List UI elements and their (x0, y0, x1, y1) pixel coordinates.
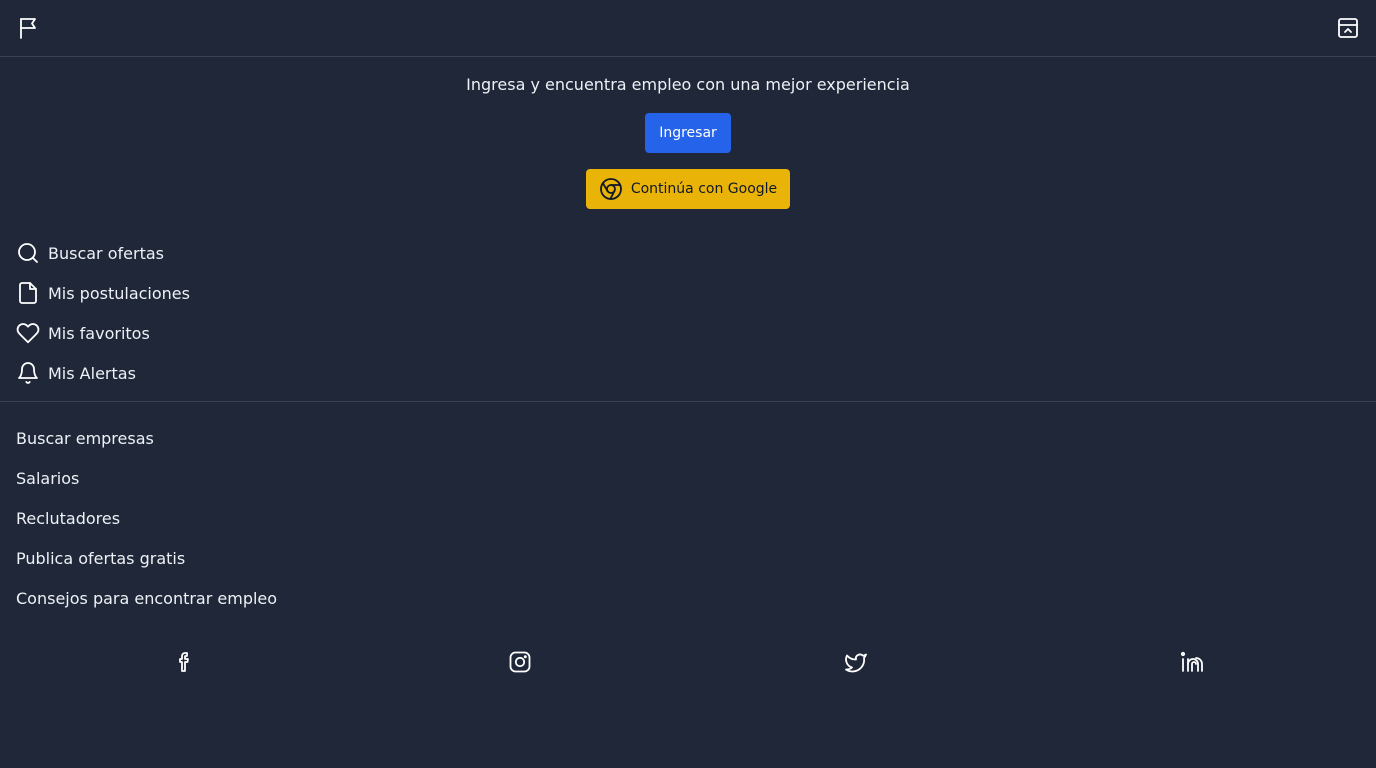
flag-icon[interactable] (16, 16, 40, 40)
divider (0, 401, 1376, 402)
facebook-icon[interactable] (172, 650, 196, 674)
link-reclutadores[interactable]: Reclutadores (0, 498, 1376, 538)
menu-item-label: Mis Alertas (48, 363, 136, 383)
menu-item-label: Mis postulaciones (48, 283, 190, 303)
search-icon (16, 241, 40, 265)
menu-item-mis-postulaciones[interactable]: Mis postulaciones (0, 273, 1376, 313)
twitter-icon[interactable] (844, 650, 868, 674)
menu-item-mis-alertas[interactable]: Mis Alertas (0, 353, 1376, 393)
heart-icon (16, 321, 40, 345)
linkedin-icon[interactable] (1180, 650, 1204, 674)
login-button[interactable]: Ingresar (645, 113, 731, 153)
menu-item-buscar-ofertas[interactable]: Buscar ofertas (0, 233, 1376, 273)
chrome-icon (599, 177, 623, 201)
google-login-label: Continúa con Google (630, 181, 778, 197)
link-consejos[interactable]: Consejos para encontrar empleo (0, 578, 1376, 618)
promo-text: Ingresa y encuentra empleo con una mejor… (466, 75, 910, 94)
file-icon (16, 281, 40, 305)
link-salarios[interactable]: Salarios (0, 458, 1376, 498)
menu-item-label: Buscar ofertas (48, 243, 164, 263)
panel-collapse-icon[interactable] (1336, 16, 1360, 40)
bell-icon (16, 361, 40, 385)
instagram-icon[interactable] (508, 650, 532, 674)
link-publica-ofertas[interactable]: Publica ofertas gratis (0, 538, 1376, 578)
link-buscar-empresas[interactable]: Buscar empresas (0, 418, 1376, 458)
secondary-links: Buscar empresas Salarios Reclutadores Pu… (0, 418, 1376, 618)
menu-item-mis-favoritos[interactable]: Mis favoritos (0, 313, 1376, 353)
login-button-label: Ingresar (659, 125, 717, 141)
menu-item-label: Mis favoritos (48, 323, 150, 343)
login-promo: Ingresa y encuentra empleo con una mejor… (0, 74, 1376, 209)
social-links (0, 650, 1376, 674)
top-bar (0, 0, 1376, 57)
google-login-button[interactable]: Continúa con Google (586, 169, 790, 209)
main-menu: Buscar ofertas Mis postulaciones Mis fav… (0, 233, 1376, 393)
